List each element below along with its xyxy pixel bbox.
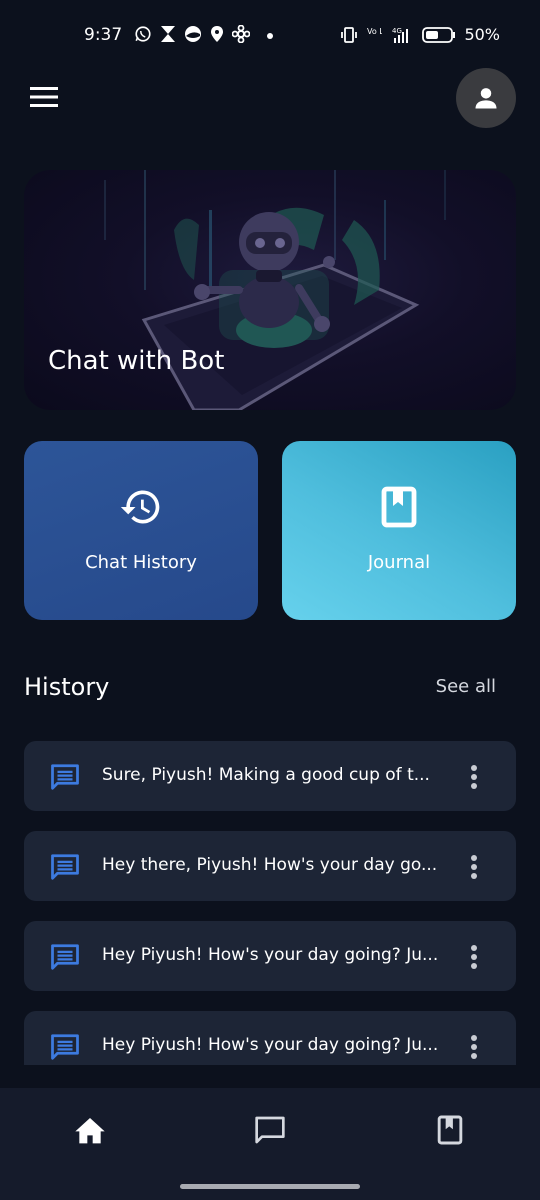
journal-tile[interactable]: Journal	[282, 441, 516, 620]
nav-home[interactable]	[70, 1110, 110, 1150]
more-options-button[interactable]	[462, 1033, 486, 1061]
svg-text:Vo LTE: Vo LTE	[367, 27, 382, 36]
message-icon	[51, 944, 79, 970]
bookmark-book-icon	[377, 485, 421, 529]
hamburger-menu-icon	[30, 87, 58, 107]
status-bar: 9:37 Vo LTE 4G 50%	[0, 0, 540, 72]
status-time: 9:37	[84, 25, 123, 45]
history-item-text: Sure, Piyush! Making a good cup of t...	[102, 765, 430, 785]
pinwheel-icon	[232, 25, 250, 43]
home-screen: 9:37 Vo LTE 4G 50%	[0, 0, 540, 1200]
chat-history-tile[interactable]: Chat History	[24, 441, 258, 620]
hourglass-icon	[161, 26, 175, 42]
history-item-text: Hey there, Piyush! How's your day go...	[102, 855, 438, 875]
gesture-handle[interactable]	[180, 1184, 360, 1189]
more-options-button[interactable]	[462, 943, 486, 971]
message-icon	[51, 1034, 79, 1060]
home-icon	[75, 1118, 105, 1144]
chat-with-bot-card[interactable]: Chat with Bot	[24, 170, 516, 410]
svg-text:4G: 4G	[392, 27, 402, 35]
journal-label: Journal	[367, 552, 431, 573]
history-item-text: Hey Piyush! How's your day going? Ju...	[102, 1035, 439, 1055]
status-system-icons: Vo LTE 4G 50%	[340, 25, 500, 44]
history-list: Sure, Piyush! Making a good cup of t... …	[24, 741, 516, 1065]
battery-icon	[422, 26, 456, 43]
journal-icon	[437, 1115, 463, 1145]
status-notification-icons	[134, 25, 276, 43]
person-icon	[475, 88, 497, 109]
history-item[interactable]: Hey Piyush! How's your day going? Ju...	[24, 1011, 516, 1065]
history-item[interactable]: Hey Piyush! How's your day going? Ju...	[24, 921, 516, 991]
nav-journal[interactable]	[430, 1110, 470, 1150]
battery-percentage: 50%	[464, 25, 500, 44]
history-item[interactable]: Hey there, Piyush! How's your day go...	[24, 831, 516, 901]
signal-4g-icon: 4G	[392, 27, 409, 43]
app-icon	[185, 26, 201, 42]
more-options-button[interactable]	[462, 763, 486, 791]
volte-icon: Vo LTE	[367, 27, 382, 36]
hero-title: Chat with Bot	[48, 346, 225, 376]
whatsapp-icon	[135, 26, 151, 42]
menu-button[interactable]	[24, 80, 64, 114]
more-vertical-icon	[471, 945, 477, 969]
chat-icon	[255, 1116, 285, 1144]
chat-history-label: Chat History	[85, 552, 197, 573]
history-section-title: History	[24, 673, 110, 701]
see-all-link[interactable]: See all	[436, 676, 496, 697]
vibrate-icon	[341, 26, 358, 43]
more-vertical-icon	[471, 765, 477, 789]
more-vertical-icon	[471, 855, 477, 879]
history-item-text: Hey Piyush! How's your day going? Ju...	[102, 945, 439, 965]
nav-chat[interactable]	[250, 1110, 290, 1150]
history-item[interactable]: Sure, Piyush! Making a good cup of t...	[24, 741, 516, 811]
message-icon	[51, 764, 79, 790]
history-icon	[119, 485, 163, 529]
profile-button[interactable]	[456, 68, 516, 128]
more-vertical-icon	[471, 1035, 477, 1059]
dot-icon	[267, 33, 273, 39]
more-options-button[interactable]	[462, 853, 486, 881]
location-icon	[211, 26, 223, 42]
message-icon	[51, 854, 79, 880]
